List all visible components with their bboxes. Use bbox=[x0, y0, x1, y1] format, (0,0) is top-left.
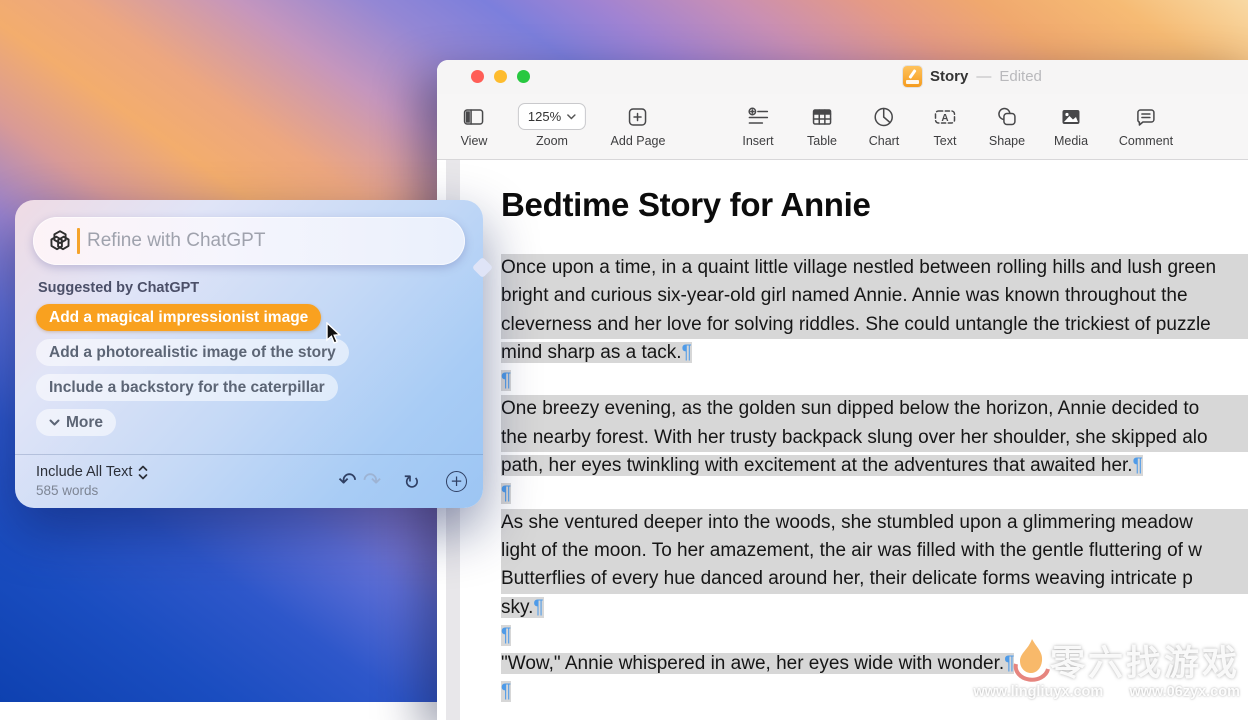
doc-line[interactable]: light of the moon. To her amazement, the… bbox=[501, 537, 1248, 565]
pages-window: Story — Edited View 125% Zoom Add Page I… bbox=[437, 60, 1248, 720]
doc-line[interactable]: sky.¶ bbox=[501, 594, 1248, 622]
add-icon[interactable]: + bbox=[446, 471, 467, 492]
toolbar-label: Table bbox=[807, 134, 837, 148]
doc-line[interactable]: ¶ bbox=[501, 480, 1248, 508]
watermark: 零六找游戏 www.lingliuyx.com www.06zyx.com bbox=[973, 635, 1240, 700]
chevron-down-icon bbox=[49, 419, 60, 426]
doc-line[interactable]: Once upon a time, in a quaint little vil… bbox=[501, 254, 1248, 282]
doc-line[interactable]: bright and curious six-year-old girl nam… bbox=[501, 282, 1248, 310]
insert-icon bbox=[746, 105, 770, 129]
doc-line[interactable]: path, her eyes twinkling with excitement… bbox=[501, 452, 1248, 480]
toolbar-label: Zoom bbox=[536, 134, 568, 148]
doc-line[interactable]: mind sharp as a tack.¶ bbox=[501, 339, 1248, 367]
pie-chart-icon bbox=[872, 105, 896, 129]
suggestion-pill-2[interactable]: Add a photorealistic image of the story bbox=[36, 339, 349, 366]
text-box-icon: A bbox=[932, 105, 958, 129]
redo-icon[interactable]: ↷ bbox=[363, 469, 381, 494]
more-button[interactable]: More bbox=[36, 409, 116, 436]
chatgpt-popup: Refine with ChatGPT Suggested by ChatGPT… bbox=[15, 200, 483, 508]
pilcrow-mark: ¶ bbox=[533, 597, 543, 618]
more-label: More bbox=[66, 414, 103, 432]
toolbar-view-button[interactable]: View bbox=[461, 103, 488, 148]
suggested-by-label: Suggested by ChatGPT bbox=[38, 280, 199, 296]
input-placeholder: Refine with ChatGPT bbox=[87, 230, 265, 252]
document-name: Story bbox=[930, 68, 968, 85]
openai-logo-icon bbox=[47, 228, 73, 254]
toolbar-label: Add Page bbox=[611, 134, 666, 148]
toolbar: View 125% Zoom Add Page Insert Table Cha… bbox=[437, 94, 1248, 160]
table-icon bbox=[810, 105, 834, 129]
add-page-icon bbox=[626, 105, 650, 129]
toolbar-zoom-control[interactable]: 125% Zoom bbox=[518, 103, 586, 148]
close-button[interactable] bbox=[471, 70, 484, 83]
title-separator: — bbox=[976, 68, 991, 85]
toolbar-insert-button[interactable]: Insert bbox=[742, 103, 773, 148]
suggestion-list: Add a magical impressionist image Add a p… bbox=[36, 304, 349, 436]
refine-input[interactable]: Refine with ChatGPT bbox=[33, 217, 465, 265]
include-label: Include All Text bbox=[36, 464, 132, 480]
document-heading[interactable]: Bedtime Story for Annie bbox=[501, 186, 1248, 224]
watermark-url-1: www.lingliuyx.com bbox=[973, 684, 1103, 700]
toolbar-label: Comment bbox=[1119, 134, 1173, 148]
toolbar-label: Media bbox=[1054, 134, 1088, 148]
updown-chevrons-icon bbox=[138, 465, 148, 480]
doc-line[interactable]: ¶ bbox=[501, 367, 1248, 395]
suggestion-pill-3[interactable]: Include a backstory for the caterpillar bbox=[36, 374, 338, 401]
pilcrow-mark: ¶ bbox=[501, 483, 511, 504]
titlebar: Story — Edited bbox=[437, 60, 1248, 94]
toolbar-add-page-button[interactable]: Add Page bbox=[611, 103, 666, 148]
toolbar-label: Text bbox=[934, 134, 957, 148]
doc-line[interactable]: Butterflies of every hue danced around h… bbox=[501, 565, 1248, 593]
svg-text:A: A bbox=[941, 113, 948, 124]
doc-line[interactable]: the nearby forest. With her trusty backp… bbox=[501, 424, 1248, 452]
watermark-text: 零六找游戏 bbox=[1050, 635, 1240, 686]
refresh-icon[interactable]: ↻ bbox=[403, 470, 420, 494]
traffic-lights bbox=[471, 70, 530, 83]
media-icon bbox=[1059, 105, 1083, 129]
fullscreen-button[interactable] bbox=[517, 70, 530, 83]
toolbar-comment-button[interactable]: Comment bbox=[1119, 103, 1173, 148]
word-count: 585 words bbox=[36, 483, 98, 498]
popup-footer: Include All Text 585 words ↶ ↷ ↻ + bbox=[15, 454, 483, 508]
window-title: Story — Edited bbox=[903, 66, 1042, 87]
zoom-value: 125% bbox=[528, 109, 561, 124]
text-caret bbox=[77, 228, 80, 254]
doc-line[interactable]: As she ventured deeper into the woods, s… bbox=[501, 509, 1248, 537]
minimize-button[interactable] bbox=[494, 70, 507, 83]
pilcrow-mark: ¶ bbox=[501, 625, 511, 646]
pilcrow-mark: ¶ bbox=[501, 681, 511, 702]
toolbar-chart-button[interactable]: Chart bbox=[869, 103, 900, 148]
toolbar-shape-button[interactable]: Shape bbox=[989, 103, 1025, 148]
pilcrow-mark: ¶ bbox=[682, 342, 692, 363]
sidebar-icon bbox=[462, 105, 486, 129]
toolbar-media-button[interactable]: Media bbox=[1054, 103, 1088, 148]
toolbar-label: Insert bbox=[742, 134, 773, 148]
doc-line[interactable]: One breezy evening, as the golden sun di… bbox=[501, 395, 1248, 423]
comment-icon bbox=[1134, 105, 1158, 129]
mouse-cursor bbox=[325, 322, 347, 346]
suggestion-pill-1[interactable]: Add a magical impressionist image bbox=[36, 304, 321, 331]
pilcrow-mark: ¶ bbox=[1133, 455, 1143, 476]
shape-icon bbox=[995, 105, 1019, 129]
chevron-down-icon bbox=[567, 114, 576, 120]
flame-logo-icon bbox=[1008, 636, 1054, 686]
undo-icon[interactable]: ↶ bbox=[338, 469, 356, 494]
watermark-url-2: www.06zyx.com bbox=[1129, 684, 1240, 700]
doc-line[interactable]: cleverness and her love for solving ridd… bbox=[501, 311, 1248, 339]
pages-doc-icon bbox=[903, 66, 922, 87]
pilcrow-mark: ¶ bbox=[501, 370, 511, 391]
toolbar-text-button[interactable]: A Text bbox=[932, 103, 958, 148]
toolbar-table-button[interactable]: Table bbox=[807, 103, 837, 148]
toolbar-label: View bbox=[461, 134, 488, 148]
zoom-dropdown[interactable]: 125% bbox=[518, 103, 586, 130]
toolbar-label: Chart bbox=[869, 134, 900, 148]
include-all-text-selector[interactable]: Include All Text bbox=[36, 464, 148, 480]
toolbar-label: Shape bbox=[989, 134, 1025, 148]
edited-status: Edited bbox=[999, 68, 1042, 85]
